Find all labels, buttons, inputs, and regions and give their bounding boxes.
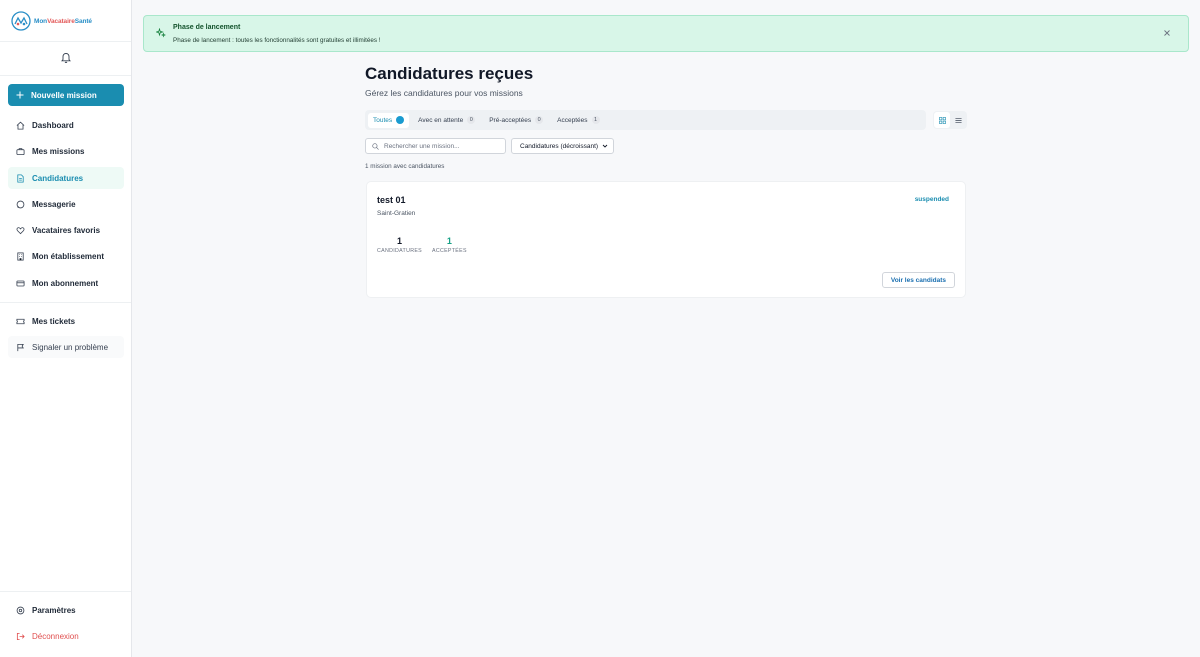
tab-label: Avec en attente [418,116,464,124]
sidebar-item-label: Mes tickets [32,316,76,326]
search-input[interactable] [384,142,504,150]
banner-title: Phase de lancement [173,24,241,31]
tab-pre-acceptees[interactable]: Pré-acceptées 0 [484,113,548,128]
divider [0,75,131,76]
view-toggle [933,111,967,129]
home-icon [16,121,25,130]
logout-icon [16,632,25,640]
sort-select-value: Candidatures (décroissant) [520,142,599,150]
message-icon [16,200,25,208]
card-icon [16,280,25,286]
mission-card: test 01 Saint-Gratien suspended 1 CANDID… [366,181,966,298]
view-candidates-button[interactable]: Voir les candidats [881,272,955,288]
stat-candidatures: 1 CANDIDATURES [377,236,422,254]
mission-title: test 01 [377,195,406,205]
divider [0,41,131,42]
sidebar-item-label: Messagerie [32,199,76,209]
sidebar-item-favoris[interactable]: Vacataires favoris [8,219,124,241]
sidebar-item-abonnement[interactable]: Mon abonnement [8,272,124,294]
tab-count: 1 [591,116,600,124]
stat-acceptees: 1 ACCEPTÉES [432,236,467,254]
grid-icon [938,116,946,124]
sidebar-item-label: Paramètres [32,605,76,615]
page-subtitle: Gérez les candidatures pour vos missions [365,88,523,98]
filter-tabs: Toutes 1 Avec en attente 0 Pré-acceptées… [365,110,926,130]
tab-label: Pré-acceptées [489,116,532,124]
flag-icon [17,343,24,351]
sidebar-item-tickets[interactable]: Mes tickets [8,310,124,332]
close-icon[interactable] [1162,28,1172,38]
search-icon [372,142,379,150]
search-field[interactable] [365,138,506,154]
tab-label: Toutes [373,116,393,124]
status-badge: suspended [914,196,949,203]
new-mission-label: Nouvelle mission [31,90,97,100]
logout-button[interactable]: Déconnexion [8,625,124,647]
sidebar-item-missions[interactable]: Mes missions [8,140,124,162]
app-logo[interactable]: MonVacataireSanté [11,10,92,32]
page-title: Candidatures reçues [365,64,534,83]
heart-icon [16,226,25,234]
building-icon [17,251,24,261]
launch-banner: Phase de lancement Phase de lancement : … [143,15,1189,52]
list-view-button[interactable] [950,112,966,128]
sidebar-item-label: Dashboard [32,120,74,130]
sidebar-item-label: Signaler un problème [32,342,109,352]
grid-view-button[interactable] [934,112,950,128]
sidebar-item-parametres[interactable]: Paramètres [8,599,124,621]
ticket-icon [16,318,25,324]
mission-location: Saint-Gratien [377,210,416,217]
new-mission-button[interactable]: Nouvelle mission [8,84,124,106]
plus-icon [16,91,24,99]
tab-count: 0 [467,116,476,124]
logo-icon [11,11,31,31]
sidebar: MonVacataireSanté Nouvelle mission Dashb… [0,0,132,657]
tab-label: Acceptées [557,116,588,124]
tab-count: 1 [396,116,405,124]
result-count: 1 mission avec candidatures [365,163,445,170]
stat-value: 1 [396,236,402,246]
sidebar-item-candidatures[interactable]: Candidatures [8,167,124,189]
sidebar-item-messagerie[interactable]: Messagerie [8,193,124,215]
gear-icon [16,606,25,614]
divider [0,591,131,592]
tab-acceptees[interactable]: Acceptées 1 [552,113,604,128]
chevron-down-icon [602,144,608,148]
stat-label: CANDIDATURES [377,248,422,254]
list-icon [954,117,962,123]
stat-value: 1 [446,236,452,246]
sidebar-item-label: Vacataires favoris [32,225,101,235]
sidebar-item-label: Mon établissement [32,251,105,261]
tab-toutes[interactable]: Toutes 1 [368,112,410,128]
tab-count: 0 [535,116,544,124]
bell-icon[interactable] [60,52,72,64]
briefcase-icon [16,147,25,155]
sort-select[interactable]: Candidatures (décroissant) [511,138,614,154]
sidebar-item-etablissement[interactable]: Mon établissement [8,245,124,267]
tab-en-attente[interactable]: Avec en attente 0 [413,113,480,128]
sidebar-item-label: Candidatures [32,173,84,183]
sidebar-item-label: Mon abonnement [32,278,99,288]
sidebar-item-dashboard[interactable]: Dashboard [8,114,124,136]
sidebar-item-label: Déconnexion [32,631,79,641]
sparkle-icon [156,28,166,38]
stat-label: ACCEPTÉES [432,248,467,254]
divider [0,302,131,303]
file-icon [17,173,24,183]
logo-text: MonVacataireSanté [34,17,92,25]
sidebar-item-label: Mes missions [32,146,85,156]
report-problem-button[interactable]: Signaler un problème [8,336,124,358]
banner-text: Phase de lancement : toutes les fonction… [173,37,381,44]
